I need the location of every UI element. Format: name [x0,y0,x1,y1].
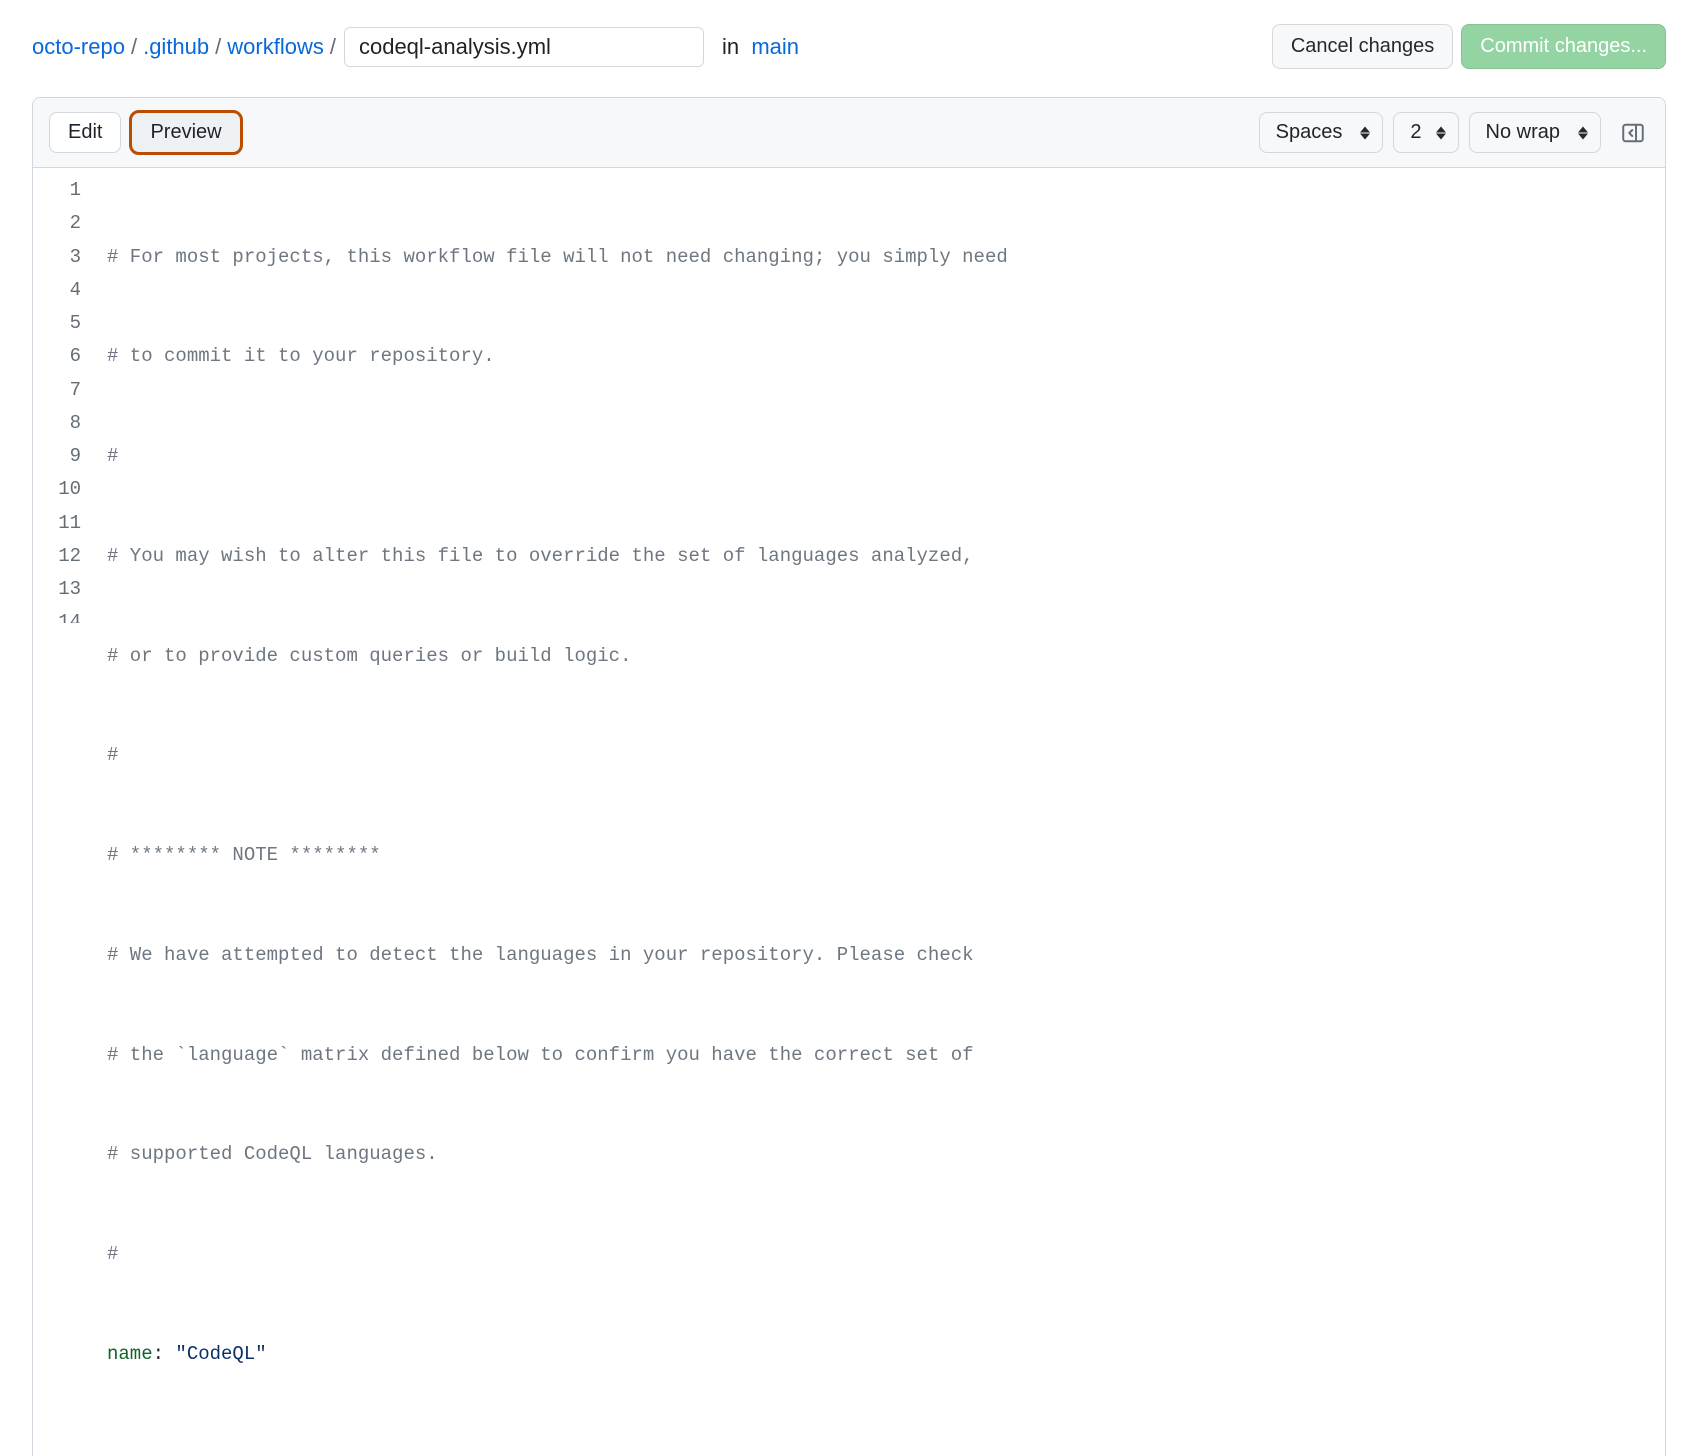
tab-edit[interactable]: Edit [49,112,121,153]
line-number: 13 [33,573,81,606]
line-number: 10 [33,473,81,506]
line-number: 5 [33,307,81,340]
breadcrumb-separator: / [330,34,336,60]
cancel-changes-button[interactable]: Cancel changes [1272,24,1453,69]
line-number: 3 [33,241,81,274]
line-number: 1 [33,174,81,207]
tab-preview[interactable]: Preview [131,112,240,153]
line-number-gutter: 1234567891011121314 [33,174,97,1456]
yaml-string: "CodeQL" [175,1343,266,1365]
indent-size-select[interactable]: 2 [1393,112,1458,153]
breadcrumb-separator: / [215,34,221,60]
indent-mode-select[interactable]: Spaces [1259,112,1384,153]
code-line: # or to provide custom queries or build … [107,645,632,667]
chevron-updown-icon [1436,126,1446,139]
branch-in-label: in [722,34,739,59]
code-line: # [107,744,118,766]
wrap-mode-value: No wrap [1486,121,1560,144]
code-line: # [107,1243,118,1265]
wrap-mode-select[interactable]: No wrap [1469,112,1601,153]
line-number: 11 [33,507,81,540]
line-number: 8 [33,407,81,440]
editor-panel: Edit Preview Spaces 2 No wrap [32,97,1666,1456]
code-line: # [107,445,118,467]
editor-toolbar: Edit Preview Spaces 2 No wrap [33,98,1665,168]
code-line: # For most projects, this workflow file … [107,246,1008,268]
breadcrumb-workflows-link[interactable]: workflows [227,34,324,60]
filename-input[interactable] [344,27,704,67]
code-line: # You may wish to alter this file to ove… [107,545,974,567]
commit-changes-button[interactable]: Commit changes... [1461,24,1666,69]
code-line: # We have attempted to detect the langua… [107,944,974,966]
line-number: 7 [33,374,81,407]
breadcrumb-repo-link[interactable]: octo-repo [32,34,125,60]
indent-size-value: 2 [1410,121,1421,144]
code-line: # to commit it to your repository. [107,345,495,367]
line-number: 4 [33,274,81,307]
indent-mode-value: Spaces [1276,121,1343,144]
branch-indicator: in main [722,34,799,60]
line-number: 2 [33,207,81,240]
code-content: # For most projects, this workflow file … [97,174,1665,1456]
breadcrumb-github-link[interactable]: .github [143,34,209,60]
code-editor[interactable]: 1234567891011121314 # For most projects,… [33,168,1665,1456]
chevron-updown-icon [1578,126,1588,139]
line-number: 9 [33,440,81,473]
breadcrumb: octo-repo / .github / workflows / [32,34,336,60]
line-number: 6 [33,340,81,373]
code-line: # ******** NOTE ******** [107,844,381,866]
line-number: 14 [33,606,81,623]
line-number: 12 [33,540,81,573]
code-line: # the `language` matrix defined below to… [107,1044,974,1066]
breadcrumb-separator: / [131,34,137,60]
chevron-updown-icon [1360,126,1370,139]
yaml-colon: : [153,1343,176,1365]
side-panel-toggle-icon[interactable] [1617,117,1649,149]
code-line: # supported CodeQL languages. [107,1143,438,1165]
branch-link[interactable]: main [751,34,799,59]
yaml-key: name [107,1343,153,1365]
